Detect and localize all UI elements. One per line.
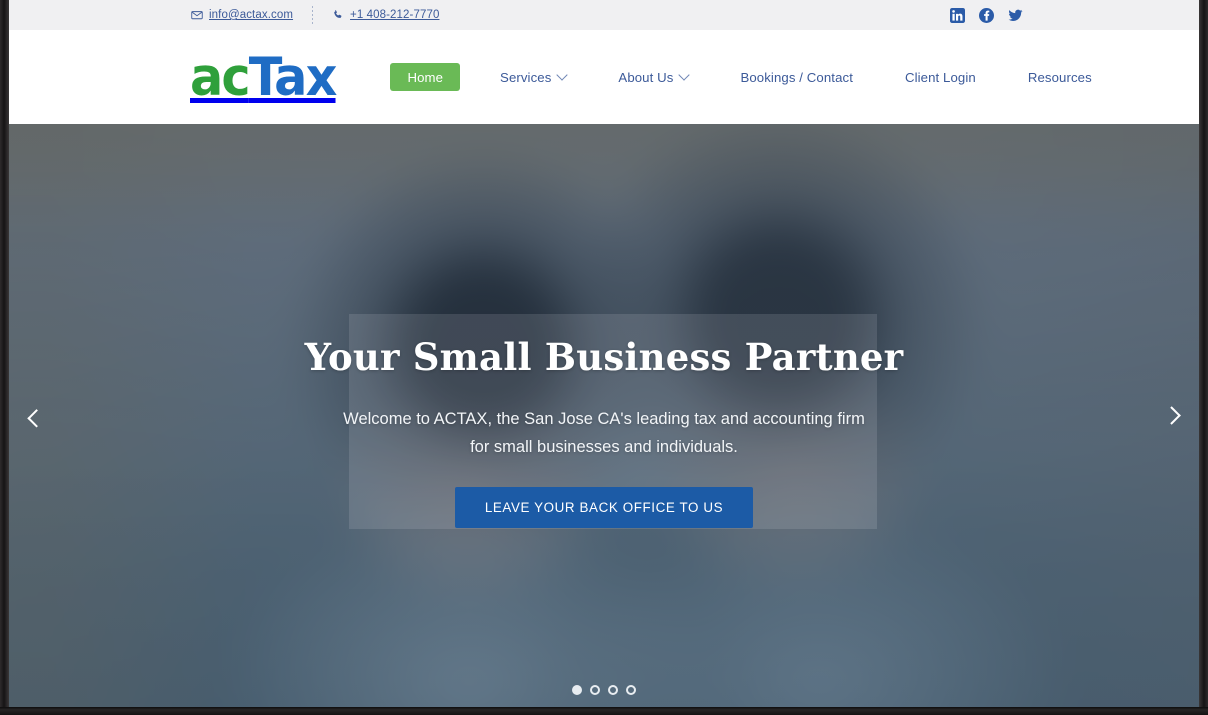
chevron-down-icon [556, 69, 569, 81]
main-navigation: Home Services About Us Bookings / Contac… [390, 63, 1117, 91]
linkedin-icon[interactable] [950, 7, 965, 23]
frame-edge-left [0, 0, 9, 709]
hero-slider: Your Small Business Partner Welcome to A… [9, 124, 1199, 707]
nav-item-bookings-contact[interactable]: Bookings / Contact [714, 70, 879, 85]
logo-text-tax: Tax [248, 46, 338, 108]
facebook-icon[interactable] [979, 7, 994, 23]
twitter-icon[interactable] [1008, 8, 1023, 23]
site-logo[interactable]: ac Tax [190, 46, 338, 108]
nav-item-about-us[interactable]: About Us [592, 69, 714, 85]
chevron-right-icon [1161, 406, 1181, 425]
hero-title: Your Small Business Partner [304, 335, 904, 379]
slider-prev-button[interactable] [19, 399, 53, 433]
social-links-group [950, 7, 1188, 23]
top-utility-bar: info@actax.com +1 408-212-7770 [9, 0, 1199, 30]
slider-next-button[interactable] [1157, 399, 1191, 433]
hero-subtitle: Welcome to ACTAX, the San Jose CA's lead… [343, 409, 865, 456]
nav-item-services[interactable]: Services [474, 69, 592, 85]
chevron-left-icon [26, 409, 46, 428]
envelope-icon [191, 9, 203, 21]
site-header: ac Tax Home Services About Us Bookings / … [9, 30, 1199, 124]
contact-info-group: info@actax.com +1 408-212-7770 [191, 6, 439, 24]
slider-dot-4[interactable] [626, 685, 636, 695]
contact-divider [312, 6, 314, 24]
slider-dot-3[interactable] [608, 685, 618, 695]
nav-label-client-login: Client Login [904, 69, 976, 85]
slider-dot-1[interactable] [572, 685, 582, 695]
logo-text-ac: ac [190, 46, 251, 108]
email-link[interactable]: info@actax.com [191, 9, 293, 21]
phone-text: +1 408-212-7770 [350, 9, 440, 21]
nav-label-services: Services [500, 69, 552, 85]
nav-item-resources[interactable]: Resources [1002, 70, 1118, 85]
nav-label-about-us: About Us [618, 69, 674, 85]
frame-edge-right [1199, 0, 1208, 709]
browser-frame: info@actax.com +1 408-212-7770 ac Tax Ho… [0, 0, 1208, 715]
chevron-down-icon [678, 69, 691, 81]
nav-item-client-login[interactable]: Client Login [879, 70, 1002, 85]
frame-edge-bottom [0, 707, 1208, 715]
phone-link[interactable]: +1 408-212-7770 [332, 9, 439, 21]
nav-label-resources: Resources [1027, 69, 1092, 85]
slider-dot-2[interactable] [590, 685, 600, 695]
nav-label-bookings-contact: Bookings / Contact [740, 69, 853, 85]
email-text: info@actax.com [209, 9, 294, 21]
hero-content: Your Small Business Partner Welcome to A… [9, 335, 1199, 529]
nav-label-home: Home [407, 69, 444, 85]
hero-cta-button[interactable]: LEAVE YOUR BACK OFFICE TO US [454, 487, 754, 529]
slider-pagination [9, 685, 1199, 695]
nav-item-home[interactable]: Home [390, 63, 461, 91]
phone-icon [332, 9, 344, 21]
page-viewport: info@actax.com +1 408-212-7770 ac Tax Ho… [9, 0, 1199, 707]
